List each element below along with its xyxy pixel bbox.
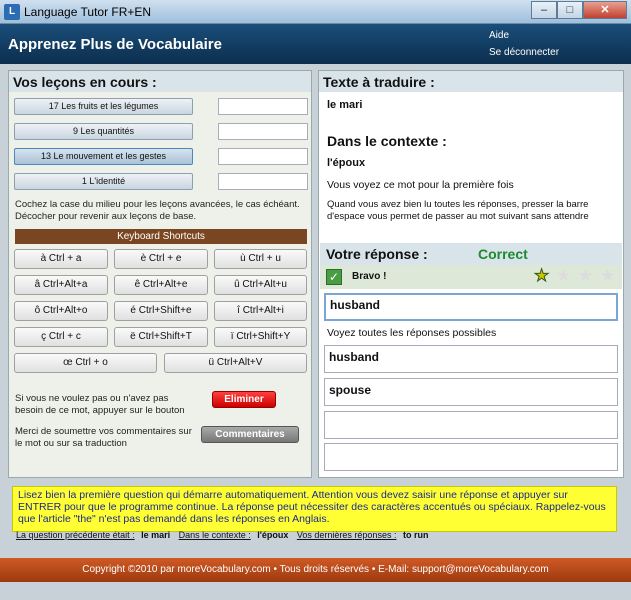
prev-context-label: Dans le contexte : <box>178 530 251 540</box>
info-box: Lisez bien la première question qui déma… <box>12 486 617 532</box>
lessons-heading: Vos leçons en cours : <box>9 71 311 92</box>
checkmark-icon: ✓ <box>326 269 342 285</box>
possible-answer: spouse <box>324 378 618 406</box>
help-link[interactable]: Aide <box>489 30 509 41</box>
shortcut-button[interactable]: à Ctrl + a <box>14 249 108 269</box>
shortcuts-heading: Keyboard Shortcuts <box>15 229 307 244</box>
shortcut-button[interactable]: ü Ctrl+Alt+V <box>164 353 307 373</box>
lessons-note: Cochez la case du milieu pour les leçons… <box>15 199 300 222</box>
prev-context-value: l'époux <box>257 530 289 540</box>
shortcut-button[interactable]: ë Ctrl+Shift+T <box>114 327 208 347</box>
possible-answer: husband <box>324 345 618 373</box>
shortcut-button[interactable]: û Ctrl+Alt+u <box>214 275 307 295</box>
star-empty-icon[interactable]: ★ <box>556 266 571 286</box>
status-badge: Correct <box>478 246 528 262</box>
lesson-field[interactable] <box>218 123 308 140</box>
lesson-row: 1 L'identité <box>14 173 310 190</box>
shortcut-button[interactable]: â Ctrl+Alt+a <box>14 275 108 295</box>
lesson-field[interactable] <box>218 173 308 190</box>
lesson-button[interactable]: 13 Le mouvement et les gestes <box>14 148 193 165</box>
lesson-button[interactable]: 17 Les fruits et les légumes <box>14 98 193 115</box>
lesson-button[interactable]: 1 L'identité <box>14 173 193 190</box>
answer-header: Votre réponse : Correct <box>320 243 622 265</box>
translation-panel: Texte à traduire : le mari Dans le conte… <box>318 70 624 478</box>
translate-heading: Texte à traduire : <box>319 71 623 92</box>
star-filled-icon[interactable]: ★ <box>533 266 549 286</box>
feedback-row: ✓ Bravo ! ★ ★ ★ ★ <box>320 265 622 289</box>
all-answers-label: Voyez toutes les réponses possibles <box>327 327 497 339</box>
last-answers-label: Vos dernières réponses : <box>296 530 397 540</box>
comments-button[interactable]: Commentaires <box>201 426 299 443</box>
bottom-area: Lisez bien la première question qui déma… <box>0 482 631 600</box>
possible-answer <box>324 411 618 439</box>
feedback-text: Bravo ! <box>352 271 387 282</box>
shortcut-button[interactable]: ï Ctrl+Shift+Y <box>214 327 307 347</box>
star-empty-icon[interactable]: ★ <box>600 266 615 286</box>
shortcut-button[interactable]: œ Ctrl + o <box>14 353 157 373</box>
instructions-text: Quand vous avez bien lu toutes les répon… <box>327 199 589 222</box>
word-to-translate: le mari <box>327 99 363 111</box>
footer-spacer <box>0 582 631 600</box>
shortcut-button[interactable]: ù Ctrl + u <box>214 249 307 269</box>
window-titlebar: L Language Tutor FR+EN – □ ✕ <box>0 0 631 24</box>
shortcut-button[interactable]: ç Ctrl + c <box>14 327 108 347</box>
context-word: l'époux <box>327 157 366 169</box>
logout-link[interactable]: Se déconnecter <box>489 47 559 58</box>
maximize-icon[interactable]: □ <box>557 1 583 19</box>
answer-input[interactable]: husband <box>324 293 618 321</box>
lesson-field[interactable] <box>218 148 308 165</box>
lessons-panel: Vos leçons en cours : 17 Les fruits et l… <box>8 70 312 478</box>
close-icon[interactable]: ✕ <box>583 1 627 19</box>
shortcut-button[interactable]: î Ctrl+Alt+i <box>214 301 307 321</box>
previous-summary: La question précédente était : le mari D… <box>16 530 434 540</box>
eliminate-button[interactable]: Eliminer <box>212 391 276 408</box>
possible-answer <box>324 443 618 471</box>
shortcut-button[interactable]: é Ctrl+Shift+e <box>114 301 208 321</box>
lesson-row: 17 Les fruits et les légumes <box>14 98 310 115</box>
star-empty-icon[interactable]: ★ <box>578 266 593 286</box>
comment-text: Merci de soumettre vos commentaires sur … <box>15 426 192 449</box>
lesson-row: 9 Les quantités <box>14 123 310 140</box>
window-controls: – □ ✕ <box>531 1 627 19</box>
eliminate-text: Si vous ne voulez pas ou n'avez pas beso… <box>15 393 185 416</box>
prev-question-label: La question précédente était : <box>16 530 135 540</box>
lesson-button[interactable]: 9 Les quantités <box>14 123 193 140</box>
context-heading: Dans le contexte : <box>327 133 447 149</box>
shortcut-button[interactable]: ô Ctrl+Alt+o <box>14 301 108 321</box>
lesson-row: 13 Le mouvement et les gestes <box>14 148 310 165</box>
last-answers-value: to run <box>402 530 429 540</box>
lesson-field[interactable] <box>218 98 308 115</box>
page-title: Apprenez Plus de Vocabulaire <box>8 36 222 53</box>
minimize-icon[interactable]: – <box>531 1 557 19</box>
first-time-text: Vous voyez ce mot pour la première fois <box>327 179 514 191</box>
shortcut-button[interactable]: ê Ctrl+Alt+e <box>114 275 208 295</box>
footer: Copyright ©2010 par moreVocabulary.com •… <box>0 558 631 582</box>
window-title: Language Tutor FR+EN <box>24 5 152 19</box>
app-logo-icon: L <box>4 4 20 20</box>
main-area: Vos leçons en cours : 17 Les fruits et l… <box>0 64 631 482</box>
app-header: Apprenez Plus de Vocabulaire Aide Se déc… <box>0 24 631 64</box>
shortcut-button[interactable]: è Ctrl + e <box>114 249 208 269</box>
answer-heading: Votre réponse : <box>326 246 428 262</box>
prev-question-value: le mari <box>141 530 171 540</box>
